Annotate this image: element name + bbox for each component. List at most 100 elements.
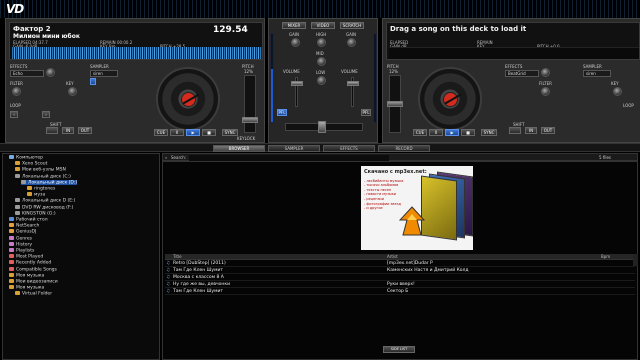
pause-button[interactable]: II [170,129,184,136]
crossfader-cap[interactable] [318,121,326,133]
video-tab[interactable]: VIDEO [311,22,335,29]
folder-icon [9,241,14,246]
volume-label-right: VOLUME [341,69,358,74]
tab-effects[interactable]: EFFECTS [323,145,375,152]
tree-item-label: Xeno Scout [22,161,48,167]
tree-item[interactable]: Моя музыка [9,285,44,291]
loop-double-button[interactable]: › [42,111,50,118]
deck-right-waveform[interactable] [389,47,639,59]
key-knob[interactable] [613,87,622,96]
sync-button[interactable]: SYNC [481,129,497,136]
folder-icon [15,161,20,166]
deck-left-waveform[interactable] [12,47,262,59]
tab-sampler[interactable]: SAMPLER [268,145,320,152]
tree-item[interactable]: Xeno Scout [15,161,47,167]
shift-button[interactable] [46,127,58,134]
tree-item[interactable]: Playlists [9,248,34,254]
sidelist-toggle[interactable] [633,254,638,266]
pitch-slider-handle[interactable] [387,101,403,107]
mid-knob[interactable] [317,57,326,66]
cue-button[interactable]: CUE [413,129,427,136]
tree-item[interactable]: GeniusDJ [9,229,36,235]
tree-item[interactable]: History [9,241,32,247]
sampler-label: SAMPLER [90,64,109,69]
table-row[interactable]: ♫ Москва с классом 8 А [165,274,635,281]
sampler-play-button[interactable] [90,78,96,85]
table-row[interactable]: ♫ Там Где Клен Шумит Каменских Настя и Дми… [165,267,635,274]
tree-item[interactable]: ringtones [27,186,55,192]
mixer-tab[interactable]: MIXER [282,22,306,29]
deck-right-empty-message: Drag a song on this deck to load it [390,25,527,33]
loop-out-button[interactable]: OUT [78,127,92,134]
sampler-select[interactable]: siren [90,70,118,77]
loop-half-button[interactable]: ‹ [10,111,18,118]
low-knob[interactable] [317,76,326,85]
tab-record[interactable]: RECORD [378,145,430,152]
key-knob[interactable] [68,87,77,96]
loop-out-button[interactable]: OUT [541,127,555,134]
volume-fader-right-cap[interactable] [347,81,359,86]
pitch-slider-handle[interactable] [242,117,258,123]
pfl-left-button[interactable]: PFL [277,109,287,116]
banner-list-item: - лесбийанты музыка [364,178,404,183]
shift-button[interactable] [509,127,521,134]
table-row[interactable]: ♫ Retro [DubStep] (2011) [mp3ex.net]Dudar … [165,260,635,267]
stop-button[interactable]: ■ [202,129,216,136]
tree-item[interactable]: Virtual Folder [15,291,52,297]
volume-fader-left-cap[interactable] [291,81,303,86]
folder-tree[interactable]: Компьютер Xeno Scout Мои веб-узлы MSN Локал… [2,153,160,360]
tree-item[interactable]: Локальный диск (D:) [21,179,78,186]
effect-param-knob[interactable] [541,68,550,77]
table-row[interactable]: ♫ Ну где же вы, девчонки Руки вверх! [165,281,635,288]
pitch-slider[interactable] [244,75,256,133]
tree-item-label: ringtones [34,186,56,192]
scratch-tab[interactable]: SCRATCH [340,22,364,29]
loop-in-button[interactable]: IN [62,127,74,134]
tree-item[interactable]: NetSearch [9,223,39,229]
album-art-banner[interactable]: Скачано с mp3ex.net: - лесбийанты музыка… [361,166,473,250]
tree-item[interactable]: Compatible Songs [9,266,57,272]
tree-item[interactable]: Рабочий стол [9,217,48,223]
effects-select[interactable]: BeatGrid [505,70,539,77]
tree-item[interactable]: DVD RW дисковод (F:) [15,204,73,210]
filter-knob[interactable] [12,87,21,96]
effects-select[interactable]: Echo [10,70,44,77]
gain-knob-right[interactable] [347,38,356,47]
effects-label: EFFECTS [505,64,523,69]
tab-browser[interactable]: BROWSER [213,145,265,152]
tree-item[interactable]: Recently Added [9,260,51,266]
high-label: HIGH [316,32,327,37]
tree-item[interactable]: Мои веб-узлы MSN [15,167,66,173]
tree-item[interactable]: Компьютер [9,155,43,161]
stop-button[interactable]: ■ [461,129,475,136]
pause-button[interactable]: II [429,129,443,136]
tree-item[interactable]: KINGSTON (G:) [15,210,56,216]
tree-item-label: NetSearch [16,223,40,229]
tree-item[interactable]: Локальный диск D (E:) [15,198,75,204]
folder-icon [15,198,20,203]
sync-button[interactable]: SYNC [222,129,238,136]
pfl-right-button[interactable]: PFL [361,109,371,116]
tree-item[interactable]: Genres [9,235,32,241]
folder-icon [27,192,32,197]
tree-item[interactable]: Most Played [9,254,43,260]
tree-item[interactable]: Локальный диск (C:) [15,173,71,179]
tree-item[interactable]: муза [27,192,45,198]
play-button[interactable]: ▶ [445,129,459,136]
effect-param-knob[interactable] [46,68,55,77]
side-list-button[interactable]: SIDE LIST [383,346,415,353]
high-knob[interactable] [317,38,326,47]
gain-knob-left[interactable] [291,38,300,47]
overview-waveform-band[interactable]: VD [0,0,640,18]
play-button[interactable]: ▶ [186,129,200,136]
folder-icon [15,167,20,172]
loop-in-button[interactable]: IN [525,127,537,134]
mid-label: MID [316,51,324,56]
tree-item[interactable]: Мои видеозаписи [9,279,58,285]
tree-item[interactable]: Моя музыка [9,272,45,279]
cue-button[interactable]: CUE [154,129,168,136]
filter-knob[interactable] [541,87,550,96]
sampler-select[interactable]: siren [583,70,611,77]
table-row[interactable]: ♫ Там Где Клен Шумит Сектор Б [165,288,635,295]
tree-item-label: Моя музыка [16,273,45,279]
